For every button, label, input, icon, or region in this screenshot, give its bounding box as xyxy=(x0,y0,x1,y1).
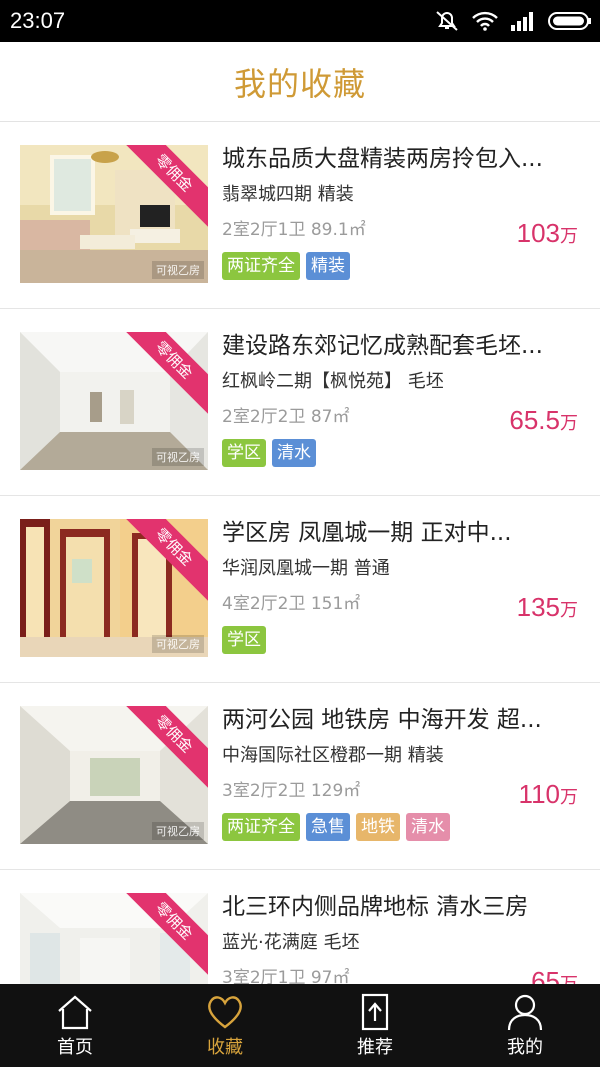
listing-tag: 两证齐全 xyxy=(222,813,300,841)
listing-title: 两河公园 地铁房 中海开发 超... xyxy=(222,707,542,733)
recommend-icon xyxy=(355,993,395,1033)
price-unit: 万 xyxy=(560,600,578,621)
price-value: 65 xyxy=(531,966,560,984)
listing-price: 65.5万 xyxy=(509,405,578,436)
mute-icon xyxy=(434,10,460,32)
tab-profile-label: 我的 xyxy=(507,1037,543,1058)
tab-home[interactable]: 首页 xyxy=(0,984,150,1067)
photo-watermark: 可视乙房 xyxy=(152,635,204,653)
listing-tags: 学区 xyxy=(222,626,584,654)
battery-icon xyxy=(548,11,592,31)
tab-profile[interactable]: 我的 xyxy=(450,984,600,1067)
listing-item[interactable]: 零佣金 北三环内侧品牌地标 清水三房 蓝光·花满庭 毛坯 3室2厅1卫 97㎡ … xyxy=(0,870,600,984)
listing-price: 103万 xyxy=(517,218,578,249)
listing-photo: 零佣金 可视乙房 xyxy=(20,706,208,844)
listing-title: 城东品质大盘精装两房拎包入... xyxy=(222,146,543,172)
status-icons xyxy=(434,9,592,33)
listing-title: 学区房 凤凰城一期 正对中... xyxy=(222,520,512,546)
listing-title: 建设路东郊记忆成熟配套毛坯... xyxy=(222,333,543,359)
price-unit: 万 xyxy=(560,974,578,984)
signal-icon xyxy=(510,11,536,31)
price-unit: 万 xyxy=(560,226,578,247)
listing-subtitle: 翡翠城四期 精装 xyxy=(222,184,354,205)
listing-tag: 精装 xyxy=(306,252,350,280)
photo-watermark: 可视乙房 xyxy=(152,822,204,840)
price-value: 135 xyxy=(516,592,560,622)
favorites-list[interactable]: 零佣金 可视乙房 城东品质大盘精装两房拎包入... 翡翠城四期 精装 2室2厅1… xyxy=(0,122,600,984)
listing-price: 135万 xyxy=(517,592,578,623)
price-unit: 万 xyxy=(560,787,578,808)
tab-favorites-label: 收藏 xyxy=(207,1037,243,1058)
listing-photo: 零佣金 xyxy=(20,893,208,984)
photo-watermark: 可视乙房 xyxy=(152,448,204,466)
listing-tags: 两证齐全 急售 地铁 清水 xyxy=(222,813,584,841)
listing-item[interactable]: 零佣金 可视乙房 建设路东郊记忆成熟配套毛坯... 红枫岭二期【枫悦苑】 毛坯 … xyxy=(0,309,600,496)
tab-recommend-label: 推荐 xyxy=(357,1037,393,1058)
listing-subtitle: 中海国际社区橙郡一期 精装 xyxy=(222,745,444,766)
bottom-tab-bar: 首页 收藏 推荐 我的 xyxy=(0,984,600,1067)
listing-subtitle: 蓝光·花满庭 毛坯 xyxy=(222,932,360,953)
listing-spec: 3室2厅1卫 97㎡ xyxy=(222,968,350,984)
price-value: 110 xyxy=(518,779,560,809)
home-icon xyxy=(55,993,95,1033)
price-value: 65.5 xyxy=(509,405,560,435)
tab-favorites[interactable]: 收藏 xyxy=(150,984,300,1067)
listing-price: 110万 xyxy=(519,779,578,810)
listing-item[interactable]: 零佣金 可视乙房 两河公园 地铁房 中海开发 超... 中海国际社区橙郡一期 精… xyxy=(0,683,600,870)
user-icon xyxy=(505,993,545,1033)
listing-tag: 学区 xyxy=(222,439,266,467)
price-value: 103 xyxy=(516,218,560,248)
status-bar: 23:07 xyxy=(0,0,600,42)
listing-tag: 地铁 xyxy=(356,813,400,841)
photo-watermark: 可视乙房 xyxy=(152,261,204,279)
listing-tags: 两证齐全 精装 xyxy=(222,252,584,280)
wifi-icon xyxy=(472,11,498,31)
page-header: 我的收藏 xyxy=(0,42,600,122)
tab-home-label: 首页 xyxy=(57,1037,93,1058)
page-title: 我的收藏 xyxy=(233,64,366,103)
listing-photo: 零佣金 可视乙房 xyxy=(20,332,208,470)
listing-tag: 学区 xyxy=(222,626,266,654)
heart-icon xyxy=(205,993,245,1033)
listing-subtitle: 华润凤凰城一期 普通 xyxy=(222,558,390,579)
price-unit: 万 xyxy=(560,413,578,434)
status-time: 23:07 xyxy=(10,8,66,33)
listing-price: 65万 xyxy=(531,966,578,984)
listing-item[interactable]: 零佣金 可视乙房 学区房 凤凰城一期 正对中... 华润凤凰城一期 普通 4室2… xyxy=(0,496,600,683)
tab-recommend[interactable]: 推荐 xyxy=(300,984,450,1067)
listing-tag: 清水 xyxy=(406,813,450,841)
listing-subtitle: 红枫岭二期【枫悦苑】 毛坯 xyxy=(222,371,444,392)
listing-tag: 两证齐全 xyxy=(222,252,300,280)
listing-tag: 急售 xyxy=(306,813,350,841)
listing-photo: 零佣金 可视乙房 xyxy=(20,145,208,283)
listing-photo: 零佣金 可视乙房 xyxy=(20,519,208,657)
listing-tag: 清水 xyxy=(272,439,316,467)
listing-tags: 学区 清水 xyxy=(222,439,584,467)
listing-item[interactable]: 零佣金 可视乙房 城东品质大盘精装两房拎包入... 翡翠城四期 精装 2室2厅1… xyxy=(0,122,600,309)
listing-title: 北三环内侧品牌地标 清水三房 xyxy=(222,894,529,920)
